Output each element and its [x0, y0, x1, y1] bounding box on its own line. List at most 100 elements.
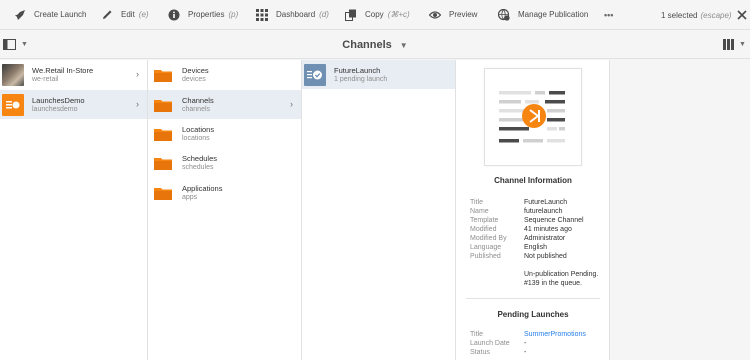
edit-label: Edit — [121, 10, 135, 19]
property-key: Name — [470, 208, 489, 215]
property-value: futurelaunch — [524, 208, 563, 215]
more-icon: ••• — [604, 9, 614, 20]
page-title[interactable]: Channels ▼ — [0, 31, 750, 59]
create-launch-button[interactable]: Create Launch — [14, 0, 86, 30]
item-title: Devices — [182, 65, 209, 75]
copy-shortcut: (⌘+c) — [387, 10, 410, 19]
item-subtitle: devices — [182, 75, 206, 83]
dashboard-shortcut: (d) — [319, 10, 329, 19]
edit-shortcut: (e) — [138, 10, 149, 19]
empty-area — [610, 60, 750, 360]
list-item[interactable]: FutureLaunch 1 pending launch — [302, 60, 455, 89]
list-item[interactable]: Applications apps — [148, 178, 301, 207]
preview-label: Preview — [449, 10, 478, 19]
property-row: Published Not published — [470, 252, 608, 261]
property-row: Template Sequence Channel — [470, 216, 608, 225]
property-key: Modified — [470, 226, 497, 233]
item-title: We.Retail In-Store — [32, 65, 94, 75]
channel-properties: Title FutureLaunch Name futurelaunch Templ… — [470, 198, 608, 288]
property-key: Published — [470, 253, 501, 260]
property-row: Status - — [470, 348, 608, 357]
view-switcher-button[interactable]: ▼ — [723, 39, 746, 50]
properties-label: Properties — [188, 10, 225, 19]
item-subtitle: we-retail — [32, 75, 59, 83]
property-value: 41 minutes ago — [524, 226, 572, 233]
list-item[interactable]: Schedules schedules — [148, 148, 301, 177]
list-item[interactable]: LaunchesDemo launchesdemo › — [0, 90, 147, 119]
copy-button[interactable]: Copy (⌘+c) — [345, 0, 410, 30]
property-value: FutureLaunch — [524, 199, 568, 206]
folder-icon — [154, 157, 172, 170]
rocket-icon — [14, 9, 26, 21]
item-subtitle: schedules — [182, 163, 214, 171]
property-value: - — [524, 340, 527, 347]
dashboard-label: Dashboard — [276, 10, 316, 19]
create-launch-label: Create Launch — [34, 10, 87, 19]
property-row: Modified 41 minutes ago — [470, 225, 608, 234]
channel-preview-card — [484, 68, 582, 166]
property-value: Administrator — [524, 235, 566, 242]
close-icon — [737, 10, 747, 20]
action-bar: Create Launch Edit (e) Properties (p) Da… — [0, 0, 750, 30]
copy-label: Copy — [365, 10, 384, 19]
property-key: Title — [470, 199, 483, 206]
properties-button[interactable]: Properties (p) — [168, 0, 238, 30]
item-subtitle: launchesdemo — [32, 105, 78, 113]
checked-thumbnail — [304, 63, 326, 86]
property-row: Launch Date - — [470, 339, 608, 348]
property-value: - — [524, 349, 527, 356]
manage-publication-button[interactable]: Manage Publication — [498, 0, 588, 30]
property-value: Sequence Channel — [524, 217, 584, 224]
chevron-right-icon: › — [290, 99, 293, 109]
site-thumbnail — [2, 93, 24, 116]
item-title: Channels — [182, 95, 214, 105]
list-item[interactable]: Channels channels › — [148, 90, 301, 119]
item-title: Applications — [182, 183, 223, 193]
property-value: English — [524, 244, 547, 251]
selection-label: 1 selected — [661, 10, 698, 20]
channel-information-heading: Channel Information — [494, 176, 572, 185]
property-key: Title — [470, 331, 483, 338]
selection-shortcut: (escape) — [700, 10, 732, 20]
pending-launch-properties: Title SummerPromotions Launch Date - Statu… — [470, 330, 608, 357]
item-title: Locations — [182, 124, 215, 134]
property-key: Launch Date — [470, 340, 510, 347]
manage-publication-label: Manage Publication — [518, 10, 589, 19]
property-key: Status — [470, 349, 490, 356]
selection-count: 1 selected (escape) — [661, 0, 732, 30]
chevron-down-icon: ▼ — [21, 41, 28, 48]
globe-clock-icon — [498, 8, 510, 21]
view-header: Channels ▼ ▼ ▼ — [0, 31, 750, 59]
folder-icon — [154, 99, 172, 112]
property-row: Modified By Administrator — [470, 234, 608, 243]
eye-icon — [429, 9, 441, 21]
item-title: Schedules — [182, 153, 218, 163]
edit-button[interactable]: Edit (e) — [101, 0, 149, 30]
chevron-down-icon: ▼ — [739, 41, 746, 48]
sequence-channel-icon — [499, 91, 565, 143]
property-key: Template — [470, 217, 499, 224]
pending-launches-heading: Pending Launches — [497, 310, 569, 319]
preview-button[interactable]: Preview — [429, 0, 477, 30]
property-row: Title FutureLaunch — [470, 198, 608, 207]
checkmark-icon — [307, 70, 322, 79]
rail-toggle-button[interactable]: ▼ — [3, 39, 28, 50]
grid-icon — [256, 8, 268, 21]
folder-icon — [154, 128, 172, 141]
item-title: LaunchesDemo — [32, 95, 85, 105]
more-button[interactable]: ••• — [604, 0, 613, 30]
item-subtitle: 1 pending launch — [334, 75, 388, 83]
launch-title-link[interactable]: SummerPromotions — [524, 330, 608, 339]
site-thumbnail — [2, 63, 24, 86]
property-row: Title SummerPromotions — [470, 330, 608, 339]
properties-shortcut: (p) — [228, 10, 239, 19]
list-item[interactable]: Locations locations — [148, 119, 301, 148]
publication-note: Un-publication Pending. #139 in the queu… — [524, 271, 599, 287]
list-item[interactable]: We.Retail In-Store we-retail › — [0, 60, 147, 89]
dashboard-button[interactable]: Dashboard (d) — [256, 0, 329, 30]
item-subtitle: apps — [182, 193, 198, 201]
publication-note-row: Un-publication Pending. #139 in the queu… — [470, 270, 608, 288]
list-item[interactable]: Devices devices — [148, 60, 301, 89]
close-selection-button[interactable] — [735, 8, 749, 22]
divider — [466, 298, 600, 299]
